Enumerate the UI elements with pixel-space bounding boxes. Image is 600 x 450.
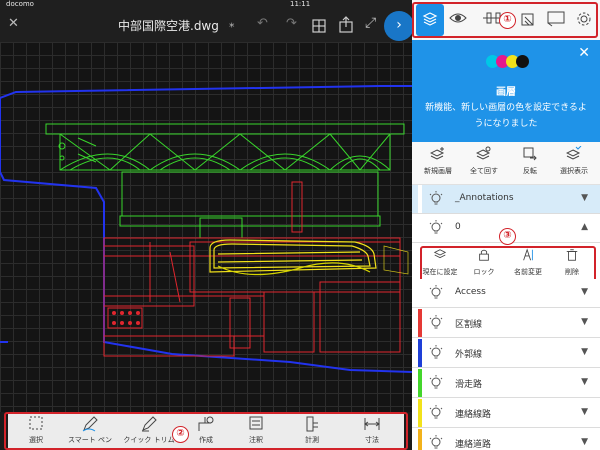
layer-name: Access [455,287,486,297]
redo-icon[interactable]: ↷ [286,16,297,31]
layer-row-connecting-line[interactable]: 連絡線路 ▼ [412,399,600,428]
chevron-down-icon[interactable]: ▼ [581,437,588,447]
layer-color-swatch[interactable] [418,369,422,397]
invert-label: 反転 [523,167,537,175]
drawing-canvas[interactable] [0,42,413,412]
carrier-label: docomo [6,0,34,8]
layer-name: 連絡道路 [455,440,492,450]
layer-name: 連絡線路 [455,410,492,420]
lightbulb-icon[interactable] [428,435,444,450]
file-title: 中部国際空港.dwg [118,19,219,33]
layer-color-swatch[interactable] [418,399,422,427]
layer-color-swatch[interactable] [418,214,422,242]
all-layers-icon [462,146,506,166]
lightbulb-icon[interactable] [428,191,444,207]
new-layer-label: 新規画層 [424,167,452,175]
invert-icon [508,146,552,166]
layer-color-swatch[interactable] [418,339,422,367]
lightbulb-icon[interactable] [428,375,444,391]
layer-row-outline[interactable]: 外郭線 ▼ [412,339,600,368]
layer-name: 外郭線 [455,350,483,360]
layer-row-partition[interactable]: 区割線 ▼ [412,309,600,338]
chevron-down-icon[interactable]: ▼ [581,317,588,327]
layer-name: 0 [455,222,461,232]
show-selected-label: 選択表示 [560,167,588,175]
layer-panel: ① ✕ 画層 新機能、新しい画層の色を設定できるようになりました 新規画層 全て… [412,0,600,450]
all-layers-button[interactable]: 全て回す [462,146,506,176]
lightbulb-icon[interactable] [428,405,444,421]
color-circles-icon [486,55,530,69]
undo-icon[interactable]: ↶ [257,16,268,31]
chevron-up-icon[interactable]: ▲ [581,222,588,232]
invert-button[interactable]: 反転 [508,146,552,176]
close-icon[interactable]: ✕ [8,16,19,31]
chevron-down-icon[interactable]: ▼ [581,377,588,387]
layer-color-swatch[interactable] [418,279,422,307]
layer-row-annotations[interactable]: _Annotations ▼ [412,185,600,214]
layer-actions-bar: 新規画層 全て回す 反転 選択表示 [412,142,600,185]
feature-banner: ✕ 画層 新機能、新しい画層の色を設定できるようになりました [412,40,600,142]
layer-color-swatch[interactable] [418,185,422,213]
new-layer-button[interactable]: 新規画層 [416,146,460,176]
callout-badge-3: ③ [499,228,516,245]
layer-row-runway[interactable]: 滑走路 ▼ [412,369,600,398]
app-window: docomo 11:11 ✕ 中部国際空港.dwg ⁎ ↶ ↷ ⤢ › 選択 ス… [0,0,600,450]
fullscreen-icon[interactable]: ⤢ [365,15,376,31]
chevron-down-icon[interactable]: ▼ [581,347,588,357]
layer-row-connecting-road[interactable]: 連絡道路 ▼ [412,429,600,450]
panel-toggle-button[interactable]: › [384,11,414,41]
callout-box-layer-actions [420,246,596,282]
callout-box-toolbar [4,412,408,450]
callout-badge-1: ① [499,12,516,29]
cad-drawing [0,85,413,373]
banner-title: 画層 [496,87,516,98]
grid-view-icon[interactable] [312,18,326,37]
layer-color-swatch[interactable] [418,429,422,450]
lightbulb-icon[interactable] [428,220,444,236]
all-layers-label: 全て回す [470,167,498,175]
clock: 11:11 [290,0,311,8]
close-icon[interactable]: ✕ [578,45,590,61]
layer-row-access[interactable]: Access ▼ [412,279,600,308]
chevron-down-icon[interactable]: ▼ [581,407,588,417]
new-layer-icon [416,146,460,166]
snap-icon[interactable]: ⁎ [229,17,235,30]
banner-description: 新機能、新しい画層の色を設定できるようになりました [425,103,587,129]
show-selected-icon [552,145,596,166]
show-selected-button[interactable]: 選択表示 [552,145,596,176]
lightbulb-icon[interactable] [428,345,444,361]
callout-badge-2: ② [172,426,189,443]
layer-name: 滑走路 [455,380,483,390]
layer-name: _Annotations [455,193,514,203]
share-icon[interactable] [339,16,353,37]
top-toolbar: ✕ 中部国際空港.dwg ⁎ ↶ ↷ ⤢ › [0,9,414,42]
lightbulb-icon[interactable] [428,285,444,301]
layer-name: 区割線 [455,320,483,330]
chevron-down-icon[interactable]: ▼ [581,287,588,297]
lightbulb-icon[interactable] [428,315,444,331]
layer-color-swatch[interactable] [418,309,422,337]
chevron-down-icon[interactable]: ▼ [581,193,588,203]
